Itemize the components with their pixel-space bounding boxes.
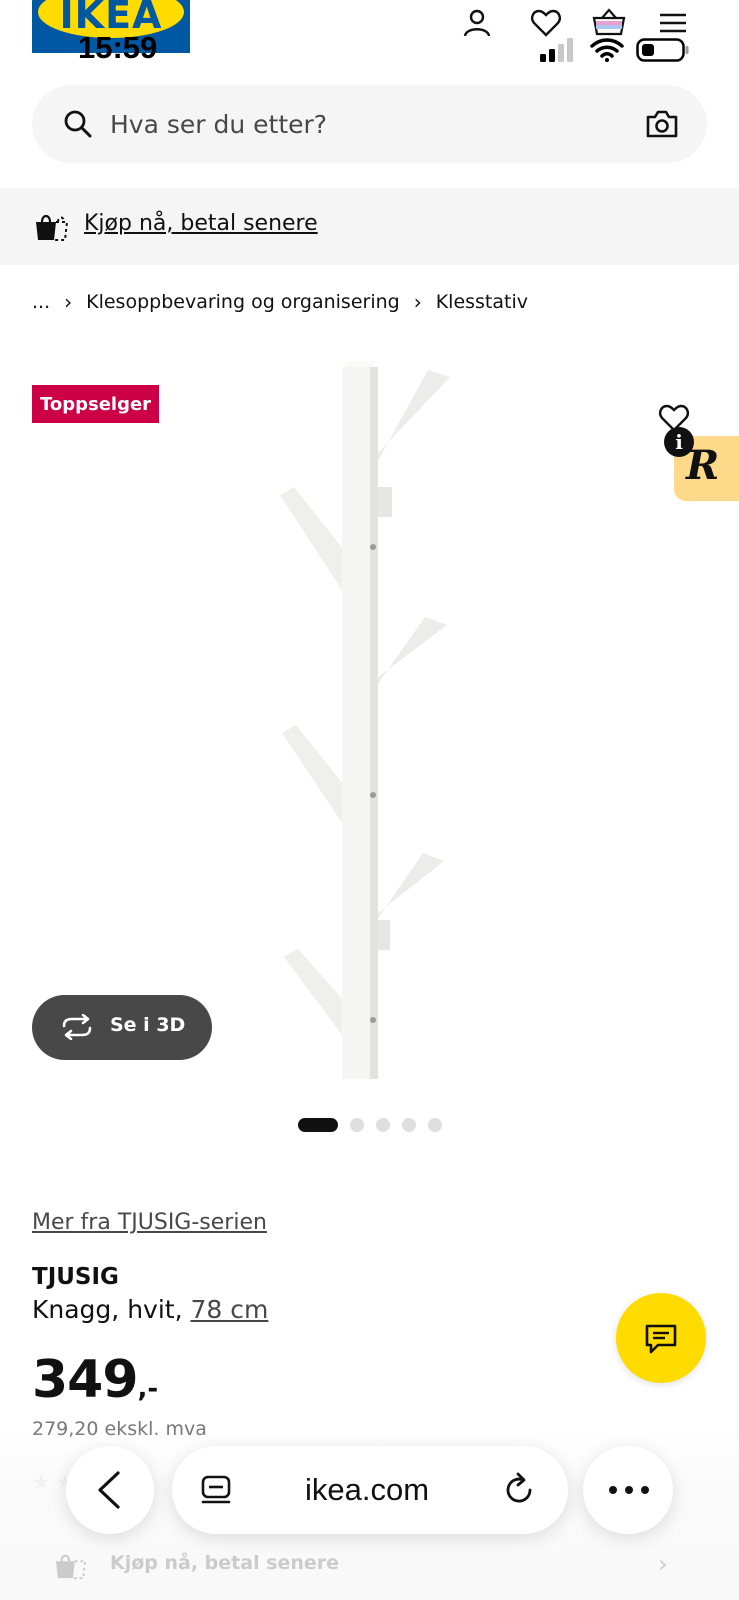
series-link[interactable]: Mer fra TJUSIG-serien	[32, 1210, 267, 1235]
basket-icon[interactable]	[592, 6, 626, 40]
product-size-link[interactable]: 78 cm	[190, 1295, 268, 1324]
chat-icon	[645, 1324, 677, 1354]
wifi-icon	[590, 38, 624, 62]
breadcrumb-item-clothes-storage[interactable]: Klesoppbevaring og organisering	[86, 291, 400, 313]
rotate-3d-icon	[62, 1014, 92, 1040]
product-description-text: Knagg, hvit,	[32, 1295, 191, 1324]
url-text[interactable]: ikea.com	[262, 1472, 472, 1508]
product-image[interactable]	[260, 355, 480, 1085]
bnpl-banner[interactable]: Kjøp nå, betal senere	[0, 188, 739, 265]
info-icon[interactable]: i	[664, 427, 694, 457]
tabs-icon[interactable]	[200, 1474, 232, 1508]
bottom-bnpl-row[interactable]: Kjøp nå, betal senere ›	[0, 1540, 739, 1590]
carousel-dot[interactable]	[376, 1118, 390, 1132]
bestseller-badge: Toppselger	[32, 385, 159, 423]
search-icon	[64, 110, 92, 138]
carousel-dot[interactable]	[402, 1118, 416, 1132]
breadcrumb-ellipsis[interactable]: ...	[32, 291, 50, 313]
breadcrumb: ... › Klesoppbevaring og organisering › …	[32, 287, 528, 317]
price: 349,-	[32, 1350, 158, 1410]
battery-icon	[636, 38, 689, 62]
bnpl-link[interactable]: Kjøp nå, betal senere	[84, 211, 318, 236]
profile-icon[interactable]	[460, 6, 494, 40]
back-arrow-icon	[98, 1471, 120, 1509]
status-time: 15:59	[78, 30, 158, 65]
back-button[interactable]	[66, 1446, 154, 1534]
breadcrumb-separator: ›	[64, 290, 73, 314]
price-value: 349	[32, 1350, 139, 1410]
more-dots-icon	[609, 1486, 649, 1494]
signal-icon	[540, 38, 573, 62]
carousel-dot[interactable]	[350, 1118, 364, 1132]
chat-button[interactable]	[616, 1293, 706, 1383]
shopping-bag-icon	[36, 214, 69, 241]
shopping-bag-icon	[56, 1554, 87, 1580]
camera-icon[interactable]	[645, 107, 679, 141]
reload-icon[interactable]	[502, 1472, 538, 1508]
header: IKEA 15:59	[0, 0, 739, 70]
more-options-button[interactable]	[583, 1446, 673, 1534]
search-bar[interactable]	[32, 85, 707, 163]
breadcrumb-item-clothes-racks[interactable]: Klesstativ	[436, 291, 528, 313]
heart-icon[interactable]	[529, 6, 563, 40]
carousel-dot[interactable]	[428, 1118, 442, 1132]
view-in-3d-button[interactable]: Se i 3D	[32, 995, 212, 1060]
product-description: Knagg, hvit, 78 cm	[32, 1295, 268, 1324]
bottom-bnpl-label: Kjøp nå, betal senere	[110, 1552, 340, 1574]
product-name: TJUSIG	[32, 1264, 119, 1290]
carousel-dot[interactable]	[298, 1118, 338, 1132]
carousel-indicator	[298, 1118, 442, 1132]
breadcrumb-separator: ›	[413, 290, 422, 314]
price-suffix: ,-	[137, 1374, 159, 1404]
view-in-3d-label: Se i 3D	[110, 1014, 186, 1036]
address-bar[interactable]: ikea.com	[172, 1446, 568, 1534]
search-input[interactable]	[110, 85, 610, 163]
chevron-right-icon: ›	[658, 1550, 668, 1578]
menu-icon[interactable]	[656, 6, 690, 40]
